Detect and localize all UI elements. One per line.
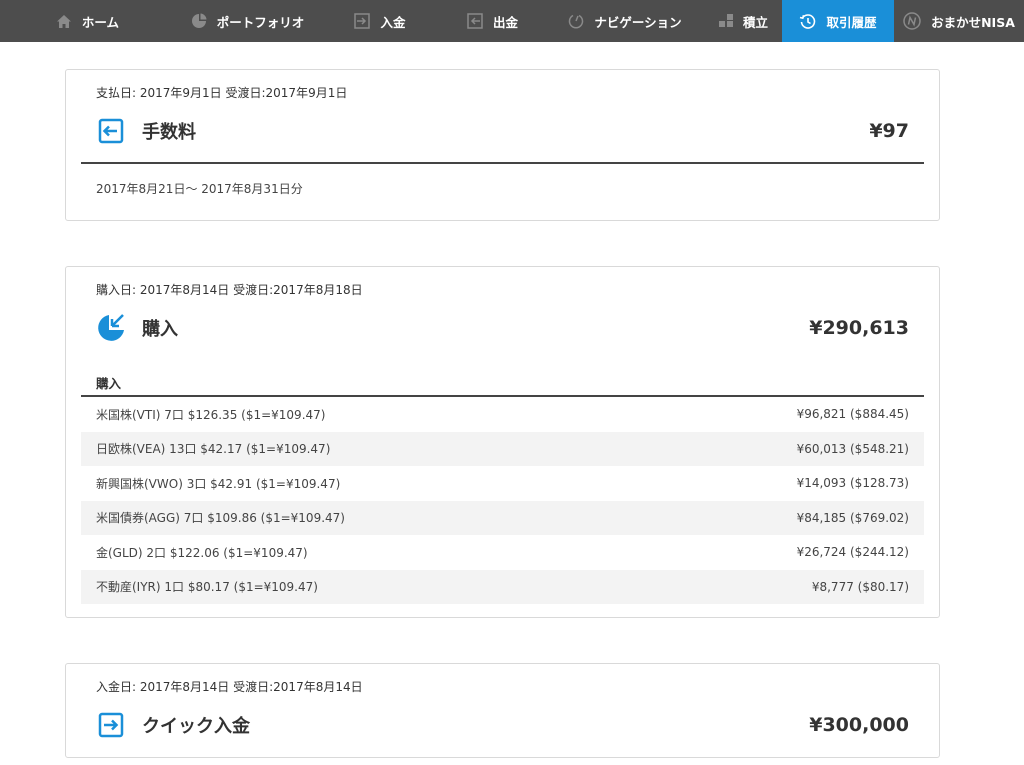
transaction-title: クイック入金	[142, 716, 250, 737]
pie-chart-icon	[191, 13, 207, 28]
top-nav: ホーム ポートフォリオ 入金 出金 ナビゲーション 積立 取引履歴 おまかせNI…	[0, 0, 1024, 42]
home-icon	[56, 14, 71, 28]
nav-item-withdraw[interactable]: 出金	[440, 0, 545, 42]
nav-item-label: 取引履歴	[826, 14, 877, 30]
nav-item-label: 出金	[492, 14, 518, 30]
table-row: 米国債券(AGG) 7口 $109.86 ($1=¥109.47) ¥84,18…	[81, 500, 924, 535]
row-description: 日欧株(VEA) 13口 $42.17 ($1=¥109.47)	[96, 442, 331, 457]
transaction-header: 手数料 ¥97	[96, 116, 909, 146]
nav-item-portfolio[interactable]: ポートフォリオ	[175, 0, 320, 42]
row-amount: ¥96,821 ($884.45)	[796, 407, 909, 422]
section-label: 購入	[96, 376, 122, 391]
row-amount: ¥60,013 ($548.21)	[796, 441, 909, 456]
accumulate-icon	[718, 14, 733, 27]
history-icon	[800, 13, 816, 29]
nav-item-deposit[interactable]: 入金	[320, 0, 440, 42]
nav-item-nisa[interactable]: おまかせNISA	[894, 0, 1024, 42]
row-description: 新興国株(VWO) 3口 $42.91 ($1=¥109.47)	[96, 476, 341, 491]
navigation-icon	[569, 14, 584, 29]
transaction-card-purchase: 購入日: 2017年8月14日 受渡日:2017年8月18日 購入 ¥290,6…	[65, 266, 940, 618]
row-description: 米国株(VTI) 7口 $126.35 ($1=¥109.47)	[96, 407, 326, 422]
row-amount: ¥8,777 ($80.17)	[811, 579, 909, 594]
transaction-header: クイック入金 ¥300,000	[96, 710, 909, 740]
row-amount: ¥14,093 ($128.73)	[796, 476, 909, 491]
deposit-icon	[96, 710, 126, 740]
purchase-rows: 米国株(VTI) 7口 $126.35 ($1=¥109.47) ¥96,821…	[81, 397, 924, 604]
row-description: 不動産(IYR) 1口 $80.17 ($1=¥109.47)	[96, 580, 318, 595]
transaction-card-fee: 支払日: 2017年9月1日 受渡日:2017年9月1日 手数料 ¥97 201…	[65, 69, 940, 221]
nav-item-label: 積立	[742, 14, 768, 30]
nisa-icon	[903, 12, 921, 30]
transaction-title: 購入	[142, 319, 178, 340]
row-amount: ¥26,724 ($244.12)	[796, 545, 909, 560]
transaction-amount: ¥300,000	[809, 714, 909, 736]
nav-item-label: ナビゲーション	[594, 14, 682, 30]
transaction-date: 入金日: 2017年8月14日 受渡日:2017年8月14日	[96, 680, 363, 694]
nav-item-label: ホーム	[81, 14, 120, 30]
nav-item-label: 入金	[380, 14, 406, 30]
row-description: 米国債券(AGG) 7口 $109.86 ($1=¥109.47)	[96, 511, 345, 526]
divider	[81, 162, 924, 164]
row-description: 金(GLD) 2口 $122.06 ($1=¥109.47)	[96, 545, 308, 560]
transaction-date: 支払日: 2017年9月1日 受渡日:2017年9月1日	[96, 86, 348, 100]
nav-item-accumulate[interactable]: 積立	[705, 0, 782, 42]
table-row: 新興国株(VWO) 3口 $42.91 ($1=¥109.47) ¥14,093…	[81, 466, 924, 501]
nav-item-label: ポートフォリオ	[216, 14, 305, 30]
transaction-header: 購入 ¥290,613	[96, 313, 909, 343]
purchase-pie-icon	[96, 313, 126, 343]
transaction-date: 購入日: 2017年8月14日 受渡日:2017年8月18日	[96, 283, 363, 297]
deposit-icon	[354, 13, 371, 29]
table-row: 日欧株(VEA) 13口 $42.17 ($1=¥109.47) ¥60,013…	[81, 431, 924, 466]
fee-icon	[96, 116, 126, 146]
transaction-title: 手数料	[142, 122, 196, 143]
nav-item-history[interactable]: 取引履歴	[782, 0, 894, 42]
withdraw-icon	[467, 13, 483, 29]
nav-item-label: おまかせNISA	[931, 14, 1015, 30]
nav-item-home[interactable]: ホーム	[0, 0, 175, 42]
table-row: 金(GLD) 2口 $122.06 ($1=¥109.47) ¥26,724 (…	[81, 535, 924, 570]
transaction-amount: ¥97	[869, 120, 909, 142]
table-row: 米国株(VTI) 7口 $126.35 ($1=¥109.47) ¥96,821…	[81, 397, 924, 432]
table-row: 不動産(IYR) 1口 $80.17 ($1=¥109.47) ¥8,777 (…	[81, 569, 924, 604]
transaction-card-deposit: 入金日: 2017年8月14日 受渡日:2017年8月14日 クイック入金 ¥3…	[65, 663, 940, 758]
fee-period-note: 2017年8月21日～ 2017年8月31日分	[96, 182, 303, 196]
nav-item-navigation[interactable]: ナビゲーション	[545, 0, 705, 42]
row-amount: ¥84,185 ($769.02)	[796, 510, 909, 525]
transaction-amount: ¥290,613	[809, 317, 909, 339]
